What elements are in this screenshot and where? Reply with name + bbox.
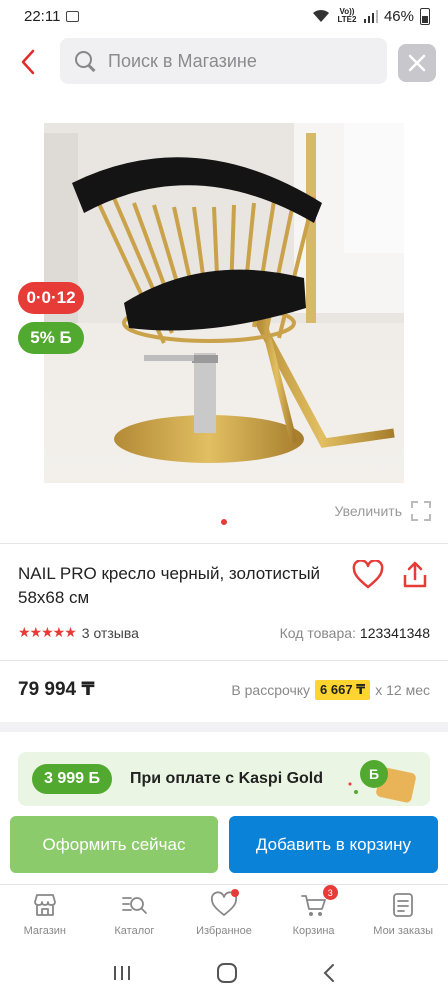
share-button[interactable] [400,560,430,590]
signal-icon [363,10,378,23]
share-icon [403,561,427,588]
product-code-value: 123341348 [359,624,430,641]
bottom-navigation: Магазин Каталог Избранное 3 Корзина Мои … [0,884,448,946]
rating-stars[interactable]: ★★★★★ [18,624,77,641]
close-icon [408,54,426,72]
heart-outline-icon [352,559,384,589]
battery-icon [420,7,430,25]
installment-badge: 0·0·12 [18,282,84,314]
kaspi-gold-card-icon: Б [348,760,416,803]
chevron-left-icon [21,49,35,75]
installment-info[interactable]: В рассрочку 6 667 ₸ х 12 мес [231,679,430,700]
nav-orders[interactable]: Мои заказы [358,885,448,946]
favorite-button[interactable] [352,559,384,590]
installment-prefix: В рассрочку [231,681,311,698]
buy-now-button[interactable]: Оформить сейчас [10,816,218,873]
favorites-dot [231,889,240,897]
system-navigation [0,946,448,999]
nav-catalog-label: Каталог [114,925,155,937]
product-title: NAIL PRO кресло черный, золотистый 58x68… [18,564,321,607]
network-icon: Vo)) LTE2 [337,7,357,24]
nav-favorites[interactable]: Избранное [179,885,269,946]
orders-icon [393,893,414,917]
status-time: 22:11 [24,7,61,25]
section-divider [0,722,448,732]
battery-percent: 46% [383,7,414,25]
store-icon [33,894,56,916]
carousel-indicator [221,519,227,525]
catalog-icon [122,897,148,914]
divider [0,543,448,544]
nav-favorites-label: Избранное [196,925,252,937]
nav-store[interactable]: Магазин [0,885,90,946]
status-bar: 22:11 Vo)) LTE2 46% [0,0,448,32]
kaspi-gold-promo[interactable]: 3 999 Б При оплате с Kaspi Gold Б [18,752,430,806]
nav-cart-label: Корзина [292,925,335,937]
add-to-cart-button[interactable]: Добавить в корзину [229,816,438,873]
nav-cart[interactable]: 3 Корзина [269,885,359,946]
gallery-notification-icon [66,10,80,22]
close-search-button[interactable] [398,44,436,82]
installment-suffix: х 12 мес [375,681,430,698]
rating-row: ★★★★★ 3 отзыва Код товара: 123341348 [18,624,430,641]
promo-text: При оплате с Kaspi Gold [129,770,324,787]
recent-apps-icon[interactable] [112,964,132,982]
nav-orders-label: Мои заказы [373,925,434,937]
home-icon[interactable] [216,962,238,984]
wifi-icon [312,9,329,22]
cart-badge: 3 [322,885,338,900]
action-row: Оформить сейчас Добавить в корзину [10,816,438,873]
svg-text:Б: Б [369,766,379,782]
status-indicators: Vo)) LTE2 46% [312,7,430,25]
bonus-badge: 5% Б [18,322,84,354]
nav-store-label: Магазин [23,925,67,937]
back-nav-icon[interactable] [322,963,336,983]
search-icon [74,50,96,72]
back-button[interactable] [0,34,56,90]
expand-icon [411,501,431,521]
nav-catalog[interactable]: Каталог [90,885,180,946]
search-input[interactable] [108,50,358,72]
zoom-button[interactable]: Увеличить [334,500,432,522]
chair-illustration [44,123,404,483]
promo-bonus-amount: 3 999 Б [32,764,112,794]
zoom-label: Увеличить [334,503,402,519]
search-row [0,32,448,92]
installment-amount: 6 667 ₸ [315,679,371,700]
product-image[interactable] [44,123,404,483]
product-code-label: Код товара: [279,624,356,641]
reviews-link[interactable]: 3 отзыва [82,625,139,641]
product-price: 79 994 ₸ [18,679,95,700]
price-row: 79 994 ₸ В рассрочку 6 667 ₸ х 12 мес [18,678,430,701]
search-box[interactable] [60,38,387,84]
divider [0,660,448,661]
